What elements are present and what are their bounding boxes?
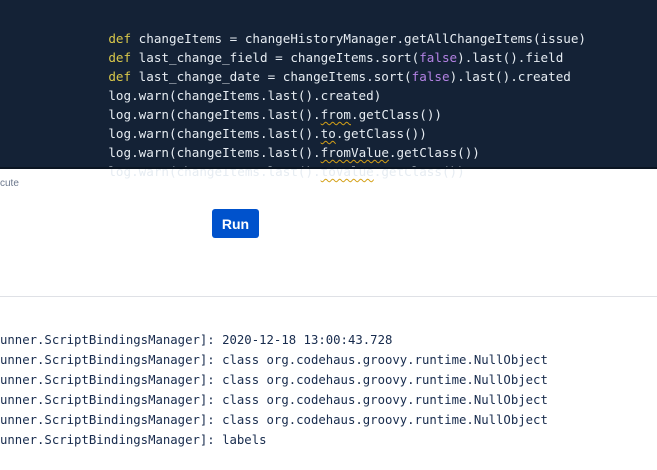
log-line: unner.ScriptBindingsManager]: class org.… xyxy=(0,413,548,427)
editor-hint-text: cute xyxy=(0,178,19,189)
code-line[interactable]: log.warn(changeItems.last().created) xyxy=(0,67,657,103)
log-line: unner.ScriptBindingsManager]: 2020-12-18… xyxy=(0,333,393,347)
code-line[interactable]: log.warn(changeItems.last().from.getClas… xyxy=(0,86,657,122)
run-button[interactable]: Run xyxy=(212,209,259,238)
code-line[interactable]: log.warn(changeItems.last().toValue.getC… xyxy=(0,143,657,179)
code-line[interactable]: log.warn(changeItems.last().to.getClass(… xyxy=(0,105,657,141)
section-divider xyxy=(0,296,657,297)
editor-bottom-border xyxy=(0,167,657,169)
code-line[interactable]: def last_change_field = changeItems.sort… xyxy=(0,29,657,65)
log-line: unner.ScriptBindingsManager]: labels xyxy=(0,433,267,447)
log-output: unner.ScriptBindingsManager]: 2020-12-18… xyxy=(0,330,657,450)
code-line[interactable]: def changeItems = changeHistoryManager.g… xyxy=(0,10,657,46)
log-line: unner.ScriptBindingsManager]: class org.… xyxy=(0,353,548,367)
log-line: unner.ScriptBindingsManager]: class org.… xyxy=(0,373,548,387)
code-line[interactable]: def last_change_date = changeItems.sort(… xyxy=(0,48,657,84)
log-line: unner.ScriptBindingsManager]: class org.… xyxy=(0,393,548,407)
script-editor[interactable]: def changeItems = changeHistoryManager.g… xyxy=(0,0,657,179)
code-line[interactable]: log.warn(changeItems.last().fromValue.ge… xyxy=(0,124,657,160)
